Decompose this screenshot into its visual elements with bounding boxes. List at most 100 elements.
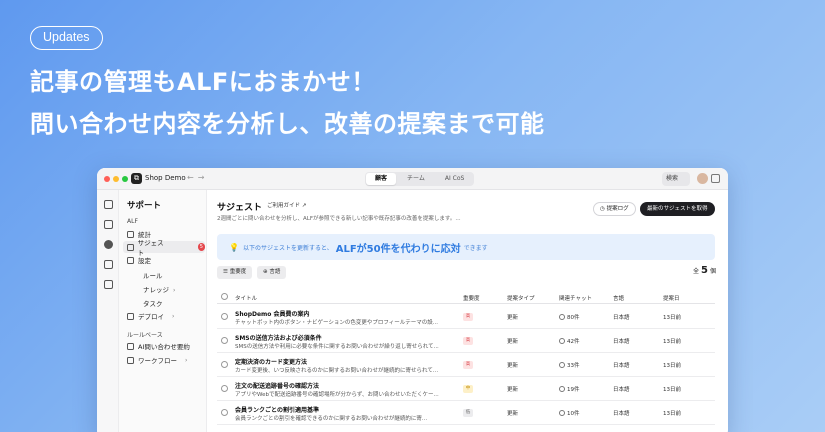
contacts-icon[interactable] <box>104 220 113 229</box>
lightbulb-icon: 💡 <box>229 242 239 252</box>
close-window-button[interactable] <box>104 176 110 182</box>
phone-icon[interactable] <box>104 280 113 289</box>
chat-count: 33件 <box>567 363 580 369</box>
app-logo-icon: ⧉ <box>131 173 142 184</box>
row-date: 13日前 <box>663 411 681 417</box>
related-chats[interactable]: 80件 <box>559 313 580 321</box>
nav-arrows-icon[interactable]: ←→ <box>187 173 208 182</box>
sidebar-item-label: 設定 <box>138 257 151 265</box>
table-row[interactable]: 注文の配送追跡番号の確認方法 アプリやWebで配送追跡番号の確認場所が分からず、お… <box>217 377 715 401</box>
related-chats[interactable]: 10件 <box>559 409 580 417</box>
col-language[interactable]: 言語 <box>613 294 624 302</box>
priority-badge: 高 <box>463 313 473 321</box>
banner-suffix: できます <box>463 244 488 252</box>
row-language: 日本語 <box>613 387 630 393</box>
page-title: サジェスト <box>217 203 263 213</box>
guide-link[interactable]: ご利用ガイド ↗ <box>267 201 306 209</box>
tab-ai-cos[interactable]: AI CoS <box>436 173 473 185</box>
related-chats[interactable]: 42件 <box>559 337 580 345</box>
table-row[interactable]: 定期決済のカード変更方法 カード変更後、いつ反映されるのかに関するお問い合わせが継… <box>217 353 715 377</box>
banner-prefix: 以下のサジェストを更新すると、 <box>242 244 333 252</box>
tab-team[interactable]: チーム <box>398 173 434 185</box>
col-type[interactable]: 提案タイプ <box>507 294 535 302</box>
total-number: 5 <box>701 265 708 276</box>
col-priority[interactable]: 重要度 <box>463 294 480 302</box>
sidebar-item-ai-summary[interactable]: AI問い合わせ要約 <box>127 340 190 352</box>
priority-badge: 高 <box>463 337 473 345</box>
sidebar-section-rulebase: ルールベース <box>127 332 163 339</box>
row-date: 13日前 <box>663 363 681 369</box>
row-checkbox[interactable] <box>221 313 228 320</box>
chat-count: 10件 <box>567 411 580 417</box>
row-type: 更新 <box>507 411 519 417</box>
table-row[interactable]: SMSの送信方法および必須条件 SMSの送信方法や利用に必要な条件に関するお問い合… <box>217 329 715 353</box>
row-type: 更新 <box>507 339 519 345</box>
maximize-window-button[interactable] <box>122 176 128 182</box>
sidebar-item-knowledge[interactable]: ナレッジ › <box>143 284 175 294</box>
filter-label: 重要度 <box>229 269 247 275</box>
chart-icon <box>127 230 134 238</box>
banner-highlight: ALFが50件を代わりに応対 <box>335 243 461 255</box>
select-all-checkbox[interactable] <box>221 293 228 300</box>
settings-icon <box>127 256 134 264</box>
row-date: 13日前 <box>663 387 681 393</box>
col-title[interactable]: タイトル <box>235 294 257 302</box>
tab-customers[interactable]: 顧客 <box>366 173 397 185</box>
row-language: 日本語 <box>613 315 630 321</box>
fetch-latest-button[interactable]: 最新のサジェストを取得 <box>640 202 715 216</box>
col-date[interactable]: 提案日 <box>663 294 680 302</box>
row-title: 定期決済のカード変更方法 <box>235 359 308 366</box>
row-description: チャットボット内のボタン・ナビゲーションの色変更やプロフィールテーマの設... <box>235 320 438 326</box>
total-prefix: 全 <box>693 268 700 275</box>
page-description: 2週間ごとに問い合わせを分析し、ALFが参照できる新しい記事や既存記事の改善を提… <box>217 216 461 222</box>
send-icon[interactable] <box>104 260 113 269</box>
headline-secondary: 問い合わせ内容を分析し、改善の提案まで可能 <box>30 110 545 138</box>
table-row[interactable]: 会員ランクごとの割引適用基準 会員ランクごとの割引を確認できるのかに関するお問い合… <box>217 401 715 425</box>
row-checkbox[interactable] <box>221 337 228 344</box>
suggestion-log-label: 提案ログ <box>606 206 629 212</box>
priority-badge: 高 <box>463 361 473 369</box>
title-bar: ⧉ Shop Demo ←→ 顧客 チーム AI CoS 検索 <box>97 168 728 190</box>
row-description: アプリやWebで配送追跡番号の確認場所が分からず、お問い合わせいただくケー... <box>235 392 439 398</box>
related-chats[interactable]: 33件 <box>559 361 580 369</box>
apps-grid-icon[interactable] <box>711 174 720 183</box>
sidebar-item-workflow[interactable]: ワークフロー › <box>127 354 187 366</box>
sidebar-item-rules[interactable]: ルール <box>143 270 163 280</box>
chat-count: 80件 <box>567 315 580 321</box>
main-content: サジェスト ご利用ガイド ↗ 2週間ごとに問い合わせを分析し、ALFが参照できる… <box>207 190 728 432</box>
sidebar-item-suggest[interactable]: サジェスト 5 <box>123 239 205 257</box>
workflow-icon <box>127 356 134 364</box>
sidebar-item-settings[interactable]: 設定 <box>127 254 151 266</box>
filter-language[interactable]: ⊕ 言語 <box>257 266 287 279</box>
filter-priority[interactable]: ☰ 重要度 <box>217 266 253 279</box>
bulb-icon <box>127 243 134 251</box>
sidebar-item-deploy[interactable]: デプロイ › <box>127 310 174 322</box>
chat-count: 19件 <box>567 387 580 393</box>
sidebar-item-label: AI問い合わせ要約 <box>138 343 190 351</box>
row-checkbox[interactable] <box>221 385 228 392</box>
row-description: SMSの送信方法や利用に必要な条件に関するお問い合わせが繰り返し寄せられて... <box>235 344 439 350</box>
minimize-window-button[interactable] <box>113 176 119 182</box>
row-checkbox[interactable] <box>221 409 228 416</box>
search-label: 検索 <box>666 175 679 182</box>
chat-count: 42件 <box>567 339 580 345</box>
sidebar-title: サポート <box>127 201 162 211</box>
col-chats[interactable]: 関連チャット <box>559 294 592 302</box>
inbox-icon[interactable] <box>104 200 113 209</box>
row-language: 日本語 <box>613 339 630 345</box>
chevron-right-icon: › <box>173 287 176 294</box>
related-chats[interactable]: 19件 <box>559 385 580 393</box>
row-checkbox[interactable] <box>221 361 228 368</box>
chevron-right-icon: › <box>172 312 175 320</box>
avatar[interactable] <box>697 173 708 184</box>
row-type: 更新 <box>507 315 519 321</box>
table-row[interactable]: ShopDemo 会員費の案内 チャットボット内のボタン・ナビゲーションの色変更や… <box>217 305 715 329</box>
chat-icon <box>559 314 565 320</box>
sidebar-item-tasks[interactable]: タスク <box>143 298 163 308</box>
gear-icon[interactable] <box>104 240 113 249</box>
suggestion-log-button[interactable]: ◷ 提案ログ <box>593 202 636 216</box>
table-header: タイトル 重要度 提案タイプ 関連チャット 言語 提案日 <box>217 290 715 304</box>
search-button[interactable]: 検索 <box>662 172 690 186</box>
suggest-count-badge: 5 <box>197 243 205 251</box>
sidebar: サポート ALF 統計 サジェスト 5 設定 ルール ナレッジ › タスク デプロ… <box>119 190 207 432</box>
